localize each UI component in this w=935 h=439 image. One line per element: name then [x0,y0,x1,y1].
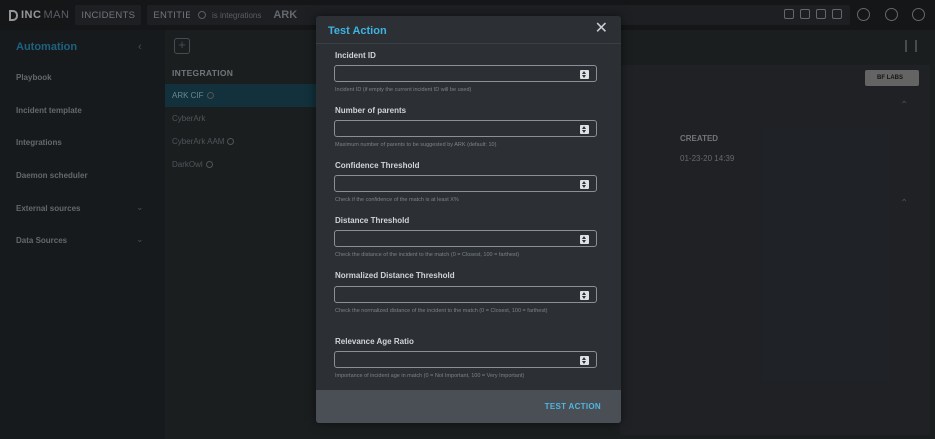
distance-threshold-input[interactable] [334,230,597,247]
number-spinner-icon[interactable] [580,356,589,365]
field-label-confidence-threshold: Confidence Threshold [335,161,420,170]
field-help-distance-threshold: Check the distance of the incident to th… [335,252,520,258]
close-icon[interactable]: ✕ [595,21,608,37]
number-spinner-icon[interactable] [580,235,589,244]
field-label-relevance-age-ratio: Relevance Age Ratio [335,337,414,346]
test-action-dialog: Test Action ✕ Incident ID Incident ID (i… [316,16,621,423]
number-spinner-icon[interactable] [580,125,589,134]
normalized-distance-threshold-input[interactable] [334,286,597,303]
number-spinner-icon[interactable] [580,70,589,79]
field-label-normalized-distance-threshold: Normalized Distance Threshold [335,271,455,280]
dialog-title: Test Action [328,25,387,37]
field-help-number-of-parents: Maximum number of parents to be suggeste… [335,142,497,148]
number-of-parents-input[interactable] [334,120,597,137]
number-spinner-icon[interactable] [580,291,589,300]
relevance-age-ratio-input[interactable] [334,351,597,368]
confidence-threshold-input[interactable] [334,175,597,192]
field-help-incident-id: Incident ID (if empty the current incide… [335,87,472,93]
dialog-footer: TEST ACTION [316,390,621,423]
field-help-normalized-distance-threshold: Check the normalized distance of the inc… [335,308,548,314]
number-spinner-icon[interactable] [580,180,589,189]
incident-id-input[interactable] [334,65,597,82]
field-help-confidence-threshold: Check if the confidence of the match is … [335,197,459,203]
dialog-header: Test Action ✕ [316,16,621,44]
field-help-relevance-age-ratio: Importance of incident age in match (0 =… [335,373,525,379]
field-label-number-of-parents: Number of parents [335,106,407,115]
field-label-incident-id: Incident ID [335,51,376,60]
dialog-body: Incident ID Incident ID (if empty the cu… [316,45,621,390]
test-action-button[interactable]: TEST ACTION [545,402,601,411]
field-label-distance-threshold: Distance Threshold [335,216,410,225]
